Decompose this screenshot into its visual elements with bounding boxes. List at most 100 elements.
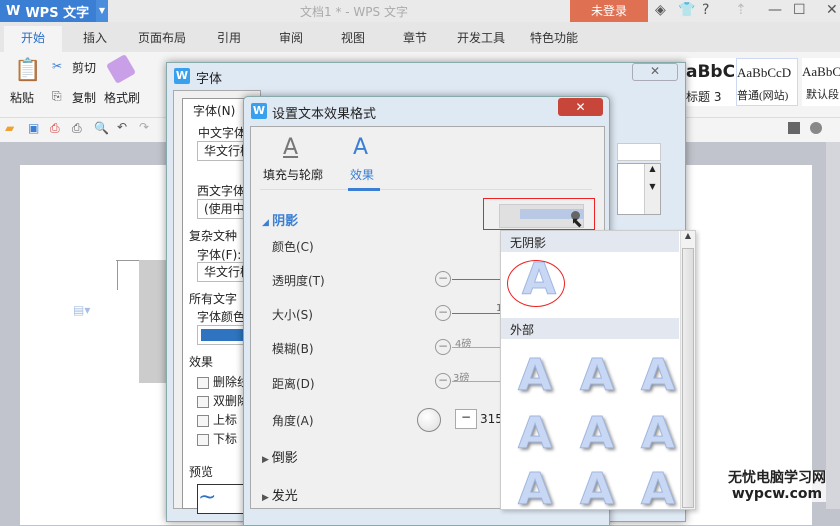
style-heading3[interactable]: aBbC 标题 3 — [686, 58, 736, 106]
tab-layout[interactable]: 页面布局 — [138, 29, 186, 46]
font-dialog-title: 字体 — [196, 72, 223, 87]
distance-value: 3磅 — [453, 373, 470, 384]
wps-logo-icon: W — [6, 3, 21, 19]
all-text-label: 所有文字 — [189, 292, 238, 306]
upload-icon[interactable]: ⇡ — [735, 2, 747, 18]
open-icon[interactable]: ▰ — [5, 121, 14, 135]
paste-icon[interactable]: 📋 — [14, 58, 41, 83]
chevron-down-icon[interactable]: ▼ — [96, 0, 108, 22]
font-dialog-close[interactable]: ✕ — [632, 63, 678, 81]
tab-divider — [260, 189, 592, 190]
size-field[interactable] — [617, 143, 661, 161]
tool-icon[interactable] — [810, 122, 822, 134]
cut-button[interactable]: 剪切 — [72, 59, 96, 76]
tab-features[interactable]: 特色功能 — [530, 29, 578, 46]
outer-shadow-option[interactable]: A — [579, 408, 614, 460]
fill-outline-icon: A — [283, 135, 299, 160]
wps-menu-button[interactable]: W WPS 文字 ▼ — [0, 0, 108, 22]
paste-button[interactable]: 粘贴 — [10, 89, 34, 106]
size-decrease[interactable]: − — [435, 305, 451, 321]
shadow-section-header[interactable]: ◢ 阴影 — [262, 210, 298, 229]
close-button[interactable]: ✕ — [826, 2, 838, 18]
copy-icon: ⎘ — [52, 89, 62, 103]
distance-decrease[interactable]: − — [435, 373, 451, 389]
blur-decrease[interactable]: − — [435, 339, 451, 355]
glow-section[interactable]: ▶ 发光 — [262, 485, 298, 504]
print-icon[interactable]: ⎙ — [72, 121, 82, 136]
outer-shadow-option[interactable]: A — [517, 408, 552, 460]
outer-shadow-option[interactable]: A — [640, 408, 675, 460]
menu-scrollbar[interactable]: ▲ — [680, 231, 695, 509]
outer-shadow-option[interactable]: A — [579, 350, 614, 402]
tab-insert[interactable]: 插入 — [83, 29, 107, 46]
effects-dialog-close[interactable]: ✕ — [558, 98, 603, 116]
paste-options-icon[interactable]: ▤▾ — [73, 303, 90, 317]
redo-icon[interactable]: ↷ — [139, 120, 149, 134]
size-list[interactable]: ▲ ▼ — [617, 163, 661, 215]
outer-shadow-option[interactable]: A — [640, 350, 675, 402]
outer-shadow-option[interactable]: A — [517, 350, 552, 402]
list-scrollbar[interactable]: ▲ ▼ — [644, 164, 660, 214]
style-default[interactable]: AaBbC 默认段 — [802, 58, 840, 106]
complex-label: 复杂文种 — [189, 229, 238, 243]
font-color-label: 字体颜色 — [197, 310, 246, 324]
cn-font-label: 中文字体 — [198, 126, 247, 140]
tab-section[interactable]: 章节 — [403, 29, 427, 46]
blur-value: 4磅 — [455, 339, 472, 350]
tab-view[interactable]: 视图 — [341, 29, 365, 46]
shirt-icon[interactable]: 👕 — [678, 2, 695, 18]
strikethrough-checkbox[interactable]: 删除线 — [197, 373, 249, 390]
active-tab-indicator — [348, 188, 380, 191]
blur-label: 模糊(B) — [272, 342, 314, 356]
reflection-section[interactable]: ▶ 倒影 — [262, 447, 298, 466]
margin-mark-h — [116, 260, 140, 261]
highlight-ellipse — [507, 260, 565, 307]
tab-effects[interactable]: 效果 — [350, 166, 374, 183]
tab-references[interactable]: 引用 — [217, 29, 241, 46]
selected-text[interactable] — [139, 260, 169, 383]
tab-home[interactable]: 开始 — [4, 26, 62, 52]
title-bar — [0, 0, 840, 22]
margin-mark — [117, 260, 118, 290]
double-strike-checkbox[interactable]: 双删除 — [197, 392, 249, 409]
subscript-checkbox[interactable]: 下标 — [197, 430, 237, 447]
tab-fill-outline[interactable]: 填充与轮廓 — [263, 166, 323, 183]
mouse-cursor-icon: ⬉ — [571, 215, 583, 231]
size-label: 大小(S) — [272, 308, 313, 322]
angle-decrease[interactable]: − — [455, 409, 477, 429]
effects-icon: A — [353, 135, 369, 160]
collapse-icon: ◢ — [262, 218, 273, 228]
ribbon-tabs: 开始 插入 页面布局 引用 审阅 视图 章节 开发工具 特色功能 — [0, 22, 840, 52]
pdf-icon[interactable]: ⎙ — [50, 121, 60, 136]
maximize-button[interactable]: ☐ — [793, 2, 806, 18]
print-preview-icon[interactable]: 🔍 — [94, 121, 109, 135]
transparency-slider[interactable] — [452, 279, 502, 280]
size-slider[interactable] — [452, 313, 502, 314]
copy-button[interactable]: 复制 — [72, 89, 96, 106]
undo-icon[interactable]: ↶ — [117, 120, 127, 134]
wps-logo-icon: W — [174, 68, 190, 84]
save-icon[interactable]: ▣ — [28, 121, 39, 135]
layout-icon[interactable] — [788, 122, 800, 134]
angle-label: 角度(A) — [272, 414, 314, 428]
minimize-button[interactable]: — — [768, 2, 782, 18]
help-button[interactable]: ? — [702, 2, 709, 18]
tab-review[interactable]: 审阅 — [279, 29, 303, 46]
skin-icon[interactable]: ◈ — [655, 2, 666, 18]
outer-shadow-header: 外部 — [501, 318, 679, 339]
transparency-decrease[interactable]: − — [435, 271, 451, 287]
effects-label: 效果 — [189, 355, 214, 369]
no-shadow-header: 无阴影 — [501, 231, 679, 252]
vertical-scrollbar[interactable] — [826, 142, 840, 509]
scrollbar-thumb — [682, 248, 694, 508]
style-normal-web[interactable]: AaBbCcD 普通(网站) — [736, 58, 798, 106]
angle-dial[interactable] — [417, 408, 441, 432]
superscript-checkbox[interactable]: 上标 — [197, 411, 237, 428]
outer-shadow-option[interactable]: A — [579, 464, 614, 516]
outer-shadow-option[interactable]: A — [517, 464, 552, 516]
west-font-label: 西文字体 — [197, 184, 246, 198]
outer-shadow-option[interactable]: A — [640, 464, 675, 516]
tab-developer[interactable]: 开发工具 — [457, 29, 505, 46]
login-button[interactable]: 未登录 — [570, 0, 648, 22]
format-painter-button[interactable]: 格式刷 — [104, 89, 140, 106]
